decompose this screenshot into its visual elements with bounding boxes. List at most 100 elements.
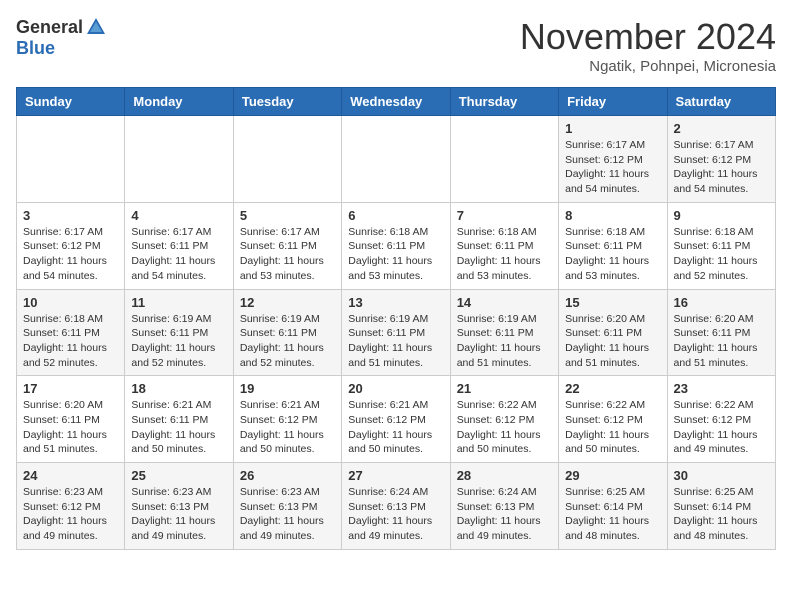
day-number: 25 xyxy=(131,468,226,483)
day-info: Sunrise: 6:22 AM Sunset: 6:12 PM Dayligh… xyxy=(674,398,769,457)
day-info: Sunrise: 6:24 AM Sunset: 6:13 PM Dayligh… xyxy=(348,485,443,544)
calendar-cell: 27 Sunrise: 6:24 AM Sunset: 6:13 PM Dayli… xyxy=(342,463,450,550)
day-info: Sunrise: 6:23 AM Sunset: 6:13 PM Dayligh… xyxy=(240,485,335,544)
day-info: Sunrise: 6:21 AM Sunset: 6:11 PM Dayligh… xyxy=(131,398,226,457)
calendar-cell: 30Sunrise: 6:25 AM Sunset: 6:14 PM Dayli… xyxy=(667,463,775,550)
day-info: Sunrise: 6:18 AM Sunset: 6:11 PM Dayligh… xyxy=(23,312,118,371)
day-number: 12 xyxy=(240,295,335,310)
day-number: 13 xyxy=(348,295,443,310)
day-info: Sunrise: 6:23 AM Sunset: 6:12 PM Dayligh… xyxy=(23,485,118,544)
day-info: Sunrise: 6:22 AM Sunset: 6:12 PM Dayligh… xyxy=(457,398,552,457)
calendar-cell: 10 Sunrise: 6:18 AM Sunset: 6:11 PM Dayli… xyxy=(17,289,125,376)
day-info: Sunrise: 6:18 AM Sunset: 6:11 PM Dayligh… xyxy=(457,225,552,284)
calendar-cell: 1Sunrise: 6:17 AM Sunset: 6:12 PM Daylig… xyxy=(559,116,667,203)
calendar-cell: 15Sunrise: 6:20 AM Sunset: 6:11 PM Dayli… xyxy=(559,289,667,376)
calendar-cell: 24 Sunrise: 6:23 AM Sunset: 6:12 PM Dayli… xyxy=(17,463,125,550)
day-number: 16 xyxy=(674,295,769,310)
day-info: Sunrise: 6:18 AM Sunset: 6:11 PM Dayligh… xyxy=(674,225,769,284)
day-number: 20 xyxy=(348,381,443,396)
calendar-cell: 16 Sunrise: 6:20 AM Sunset: 6:11 PM Dayli… xyxy=(667,289,775,376)
day-number: 26 xyxy=(240,468,335,483)
calendar-cell xyxy=(233,116,341,203)
day-info: Sunrise: 6:20 AM Sunset: 6:11 PM Dayligh… xyxy=(565,312,660,371)
calendar-cell: 3 Sunrise: 6:17 AM Sunset: 6:12 PM Daylig… xyxy=(17,202,125,289)
day-number: 9 xyxy=(674,208,769,223)
week-row-4: 24 Sunrise: 6:23 AM Sunset: 6:12 PM Dayli… xyxy=(17,463,776,550)
calendar-table: SundayMondayTuesdayWednesdayThursdayFrid… xyxy=(16,87,776,550)
calendar-cell xyxy=(342,116,450,203)
day-info: Sunrise: 6:19 AM Sunset: 6:11 PM Dayligh… xyxy=(457,312,552,371)
day-number: 3 xyxy=(23,208,118,223)
week-row-3: 17Sunrise: 6:20 AM Sunset: 6:11 PM Dayli… xyxy=(17,376,776,463)
day-number: 28 xyxy=(457,468,552,483)
logo-blue-text: Blue xyxy=(16,38,55,59)
day-info: Sunrise: 6:21 AM Sunset: 6:12 PM Dayligh… xyxy=(348,398,443,457)
week-row-2: 10 Sunrise: 6:18 AM Sunset: 6:11 PM Dayli… xyxy=(17,289,776,376)
calendar-cell: 28 Sunrise: 6:24 AM Sunset: 6:13 PM Dayli… xyxy=(450,463,558,550)
day-info: Sunrise: 6:17 AM Sunset: 6:11 PM Dayligh… xyxy=(131,225,226,284)
calendar-cell: 26 Sunrise: 6:23 AM Sunset: 6:13 PM Dayli… xyxy=(233,463,341,550)
day-number: 24 xyxy=(23,468,118,483)
calendar-cell: 9 Sunrise: 6:18 AM Sunset: 6:11 PM Daylig… xyxy=(667,202,775,289)
weekday-header-sunday: Sunday xyxy=(17,88,125,116)
calendar-cell: 17Sunrise: 6:20 AM Sunset: 6:11 PM Dayli… xyxy=(17,376,125,463)
day-info: Sunrise: 6:25 AM Sunset: 6:14 PM Dayligh… xyxy=(565,485,660,544)
day-number: 6 xyxy=(348,208,443,223)
calendar-cell: 29 Sunrise: 6:25 AM Sunset: 6:14 PM Dayli… xyxy=(559,463,667,550)
day-number: 22 xyxy=(565,381,660,396)
day-number: 10 xyxy=(23,295,118,310)
day-number: 1 xyxy=(565,121,660,136)
calendar-cell: 19Sunrise: 6:21 AM Sunset: 6:12 PM Dayli… xyxy=(233,376,341,463)
calendar-cell: 8 Sunrise: 6:18 AM Sunset: 6:11 PM Daylig… xyxy=(559,202,667,289)
calendar-cell: 21 Sunrise: 6:22 AM Sunset: 6:12 PM Dayli… xyxy=(450,376,558,463)
calendar-cell: 6Sunrise: 6:18 AM Sunset: 6:11 PM Daylig… xyxy=(342,202,450,289)
day-info: Sunrise: 6:22 AM Sunset: 6:12 PM Dayligh… xyxy=(565,398,660,457)
calendar-cell: 20 Sunrise: 6:21 AM Sunset: 6:12 PM Dayli… xyxy=(342,376,450,463)
weekday-header-tuesday: Tuesday xyxy=(233,88,341,116)
day-info: Sunrise: 6:23 AM Sunset: 6:13 PM Dayligh… xyxy=(131,485,226,544)
week-row-0: 1Sunrise: 6:17 AM Sunset: 6:12 PM Daylig… xyxy=(17,116,776,203)
calendar-cell: 7 Sunrise: 6:18 AM Sunset: 6:11 PM Daylig… xyxy=(450,202,558,289)
day-number: 27 xyxy=(348,468,443,483)
day-info: Sunrise: 6:24 AM Sunset: 6:13 PM Dayligh… xyxy=(457,485,552,544)
calendar-cell xyxy=(450,116,558,203)
day-number: 11 xyxy=(131,295,226,310)
week-row-1: 3 Sunrise: 6:17 AM Sunset: 6:12 PM Daylig… xyxy=(17,202,776,289)
day-number: 30 xyxy=(674,468,769,483)
day-info: Sunrise: 6:17 AM Sunset: 6:12 PM Dayligh… xyxy=(23,225,118,284)
day-number: 2 xyxy=(674,121,769,136)
day-info: Sunrise: 6:20 AM Sunset: 6:11 PM Dayligh… xyxy=(674,312,769,371)
calendar-cell: 23Sunrise: 6:22 AM Sunset: 6:12 PM Dayli… xyxy=(667,376,775,463)
location: Ngatik, Pohnpei, Micronesia xyxy=(520,58,776,75)
day-number: 5 xyxy=(240,208,335,223)
day-number: 19 xyxy=(240,381,335,396)
day-info: Sunrise: 6:18 AM Sunset: 6:11 PM Dayligh… xyxy=(565,225,660,284)
calendar-cell: 25 Sunrise: 6:23 AM Sunset: 6:13 PM Dayli… xyxy=(125,463,233,550)
weekday-header-saturday: Saturday xyxy=(667,88,775,116)
calendar-cell: 22 Sunrise: 6:22 AM Sunset: 6:12 PM Dayli… xyxy=(559,376,667,463)
calendar-cell xyxy=(17,116,125,203)
calendar-cell: 12 Sunrise: 6:19 AM Sunset: 6:11 PM Dayli… xyxy=(233,289,341,376)
day-number: 8 xyxy=(565,208,660,223)
day-info: Sunrise: 6:19 AM Sunset: 6:11 PM Dayligh… xyxy=(348,312,443,371)
day-info: Sunrise: 6:17 AM Sunset: 6:11 PM Dayligh… xyxy=(240,225,335,284)
day-info: Sunrise: 6:19 AM Sunset: 6:11 PM Dayligh… xyxy=(131,312,226,371)
day-info: Sunrise: 6:19 AM Sunset: 6:11 PM Dayligh… xyxy=(240,312,335,371)
calendar-cell: 18Sunrise: 6:21 AM Sunset: 6:11 PM Dayli… xyxy=(125,376,233,463)
day-number: 7 xyxy=(457,208,552,223)
calendar-cell: 5 Sunrise: 6:17 AM Sunset: 6:11 PM Daylig… xyxy=(233,202,341,289)
weekday-header-friday: Friday xyxy=(559,88,667,116)
weekday-header-monday: Monday xyxy=(125,88,233,116)
title-section: November 2024 Ngatik, Pohnpei, Micronesi… xyxy=(520,16,776,75)
calendar-cell xyxy=(125,116,233,203)
calendar-cell: 11 Sunrise: 6:19 AM Sunset: 6:11 PM Dayli… xyxy=(125,289,233,376)
day-number: 29 xyxy=(565,468,660,483)
day-number: 4 xyxy=(131,208,226,223)
month-title: November 2024 xyxy=(520,16,776,58)
logo-general-text: General xyxy=(16,17,83,38)
day-number: 21 xyxy=(457,381,552,396)
weekday-header-row: SundayMondayTuesdayWednesdayThursdayFrid… xyxy=(17,88,776,116)
day-number: 14 xyxy=(457,295,552,310)
logo-icon xyxy=(85,16,107,38)
calendar-cell: 4 Sunrise: 6:17 AM Sunset: 6:11 PM Daylig… xyxy=(125,202,233,289)
